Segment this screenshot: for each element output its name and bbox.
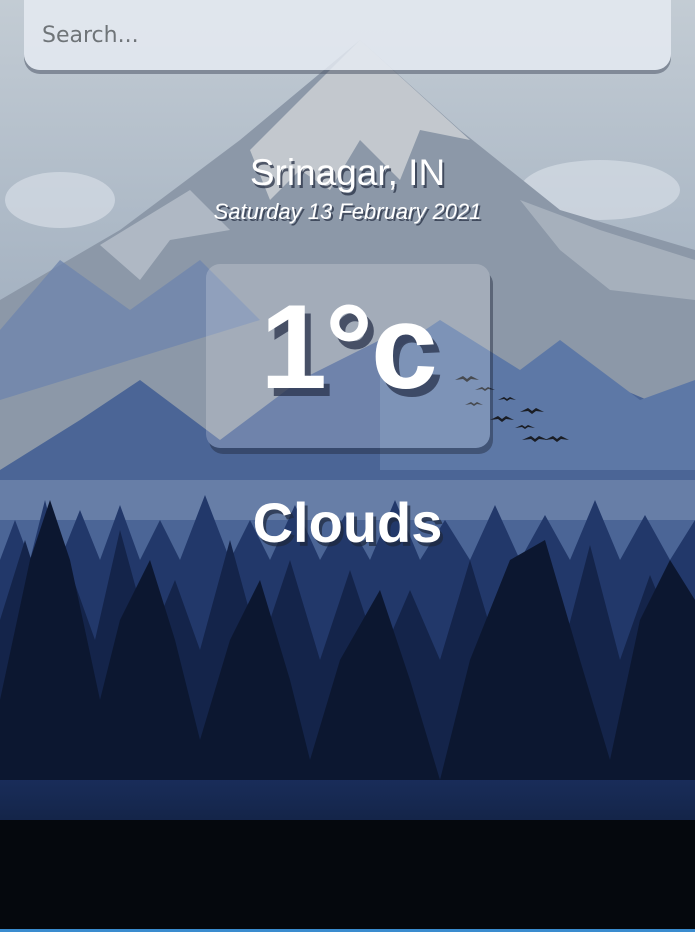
temperature-value: 1°c xyxy=(260,280,437,414)
location-label: Srinagar, IN xyxy=(249,152,446,193)
weather-condition: Clouds xyxy=(252,491,443,554)
mountain-forest-background xyxy=(0,0,695,932)
temperature-card: 1°c xyxy=(206,264,490,448)
date-label: Saturday 13 February 2021 xyxy=(213,199,482,224)
search-input[interactable] xyxy=(24,0,671,70)
